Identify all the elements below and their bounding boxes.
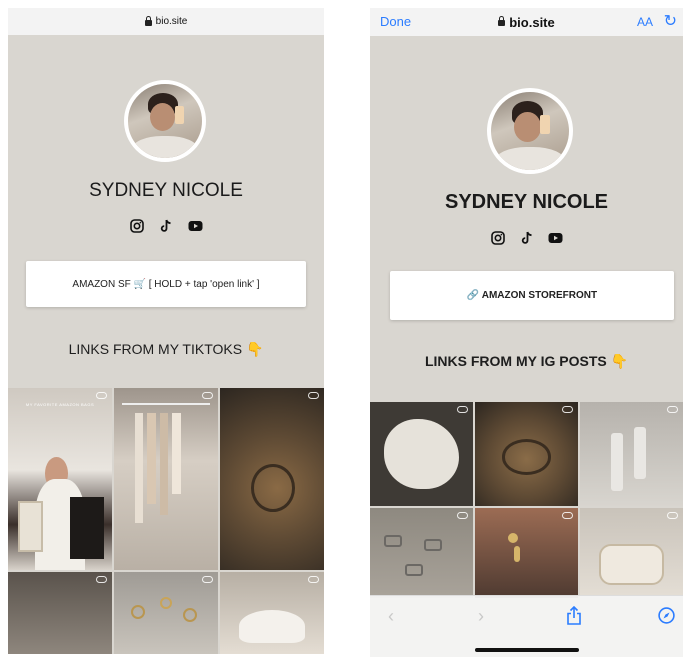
link-icon bbox=[667, 406, 678, 413]
ig-grid bbox=[370, 402, 683, 598]
profile-name: SYDNEY NICOLE bbox=[445, 191, 608, 213]
link-icon bbox=[562, 406, 573, 413]
section-title-ig: LINKS FROM MY IG POSTS 👇 bbox=[370, 353, 683, 370]
reload-icon[interactable]: ↻ bbox=[664, 11, 677, 31]
link-icon bbox=[96, 392, 107, 399]
back-button[interactable]: ‹ bbox=[388, 606, 394, 627]
tiktok-icon[interactable] bbox=[159, 218, 174, 233]
youtube-icon[interactable] bbox=[188, 218, 203, 233]
url-text: bio.site bbox=[509, 14, 555, 30]
ig-tile-3[interactable] bbox=[580, 402, 683, 506]
tile-caption: MY FAVORITE AMAZON BAGS bbox=[25, 402, 95, 407]
link-icon bbox=[562, 512, 573, 519]
ig-tile-4[interactable] bbox=[370, 508, 473, 598]
link-icon bbox=[308, 392, 319, 399]
text-size-button[interactable]: AA bbox=[637, 15, 653, 29]
link-icon bbox=[667, 512, 678, 519]
link-icon bbox=[202, 576, 213, 583]
right-phone-screen: Done bio.site AA ↻ SYDNEY NICOLE 🔗 AMAZO… bbox=[370, 8, 683, 657]
tiktok-tile-3[interactable] bbox=[220, 388, 324, 570]
social-links bbox=[370, 230, 683, 245]
url-text: bio.site bbox=[155, 16, 188, 27]
browser-toolbar: ‹ › bbox=[370, 595, 683, 657]
pointing-down-emoji: 👇 bbox=[610, 353, 629, 369]
ig-tile-5[interactable] bbox=[475, 508, 578, 598]
compass-icon[interactable] bbox=[658, 607, 675, 629]
avatar bbox=[124, 80, 206, 162]
profile-name: SYDNEY NICOLE bbox=[89, 180, 243, 201]
url-bar[interactable]: Done bio.site AA ↻ bbox=[370, 8, 683, 36]
ig-tile-6[interactable] bbox=[580, 508, 683, 598]
link-icon bbox=[308, 576, 319, 583]
link-icon bbox=[202, 392, 213, 399]
youtube-icon[interactable] bbox=[548, 230, 563, 245]
link-icon bbox=[457, 512, 468, 519]
tiktok-tile-4[interactable] bbox=[8, 572, 112, 654]
home-indicator bbox=[474, 648, 579, 652]
avatar bbox=[487, 88, 573, 174]
amazon-storefront-button[interactable]: 🔗 AMAZON STOREFRONT bbox=[390, 271, 674, 320]
lock-icon bbox=[144, 15, 152, 26]
instagram-icon[interactable] bbox=[130, 218, 145, 233]
tiktok-tile-1[interactable]: MY FAVORITE AMAZON BAGS bbox=[8, 388, 112, 570]
forward-button[interactable]: › bbox=[478, 606, 484, 627]
link-icon bbox=[96, 576, 107, 583]
tiktok-tile-2[interactable] bbox=[114, 388, 218, 570]
done-button[interactable]: Done bbox=[380, 14, 411, 29]
ig-tile-1[interactable] bbox=[370, 402, 473, 506]
left-phone-screen: bio.site SYDNEY NICOLE AMAZON SF 🛒 [ HOL… bbox=[8, 8, 324, 654]
section-title-tiktoks: LINKS FROM MY TIKTOKS 👇 bbox=[8, 341, 324, 358]
social-links bbox=[8, 218, 324, 233]
lock-icon bbox=[498, 16, 506, 26]
amazon-sf-button[interactable]: AMAZON SF 🛒 [ HOLD + tap 'open link' ] bbox=[26, 261, 306, 307]
tiktok-tile-5[interactable] bbox=[114, 572, 218, 654]
section-title-text: LINKS FROM MY IG POSTS bbox=[424, 353, 607, 369]
tiktok-tile-6[interactable] bbox=[220, 572, 324, 654]
section-title-text: LINKS FROM MY TIKTOKS bbox=[68, 341, 243, 357]
link-icon bbox=[457, 406, 468, 413]
tiktok-grid: MY FAVORITE AMAZON BAGS bbox=[8, 388, 324, 654]
instagram-icon[interactable] bbox=[490, 230, 505, 245]
tiktok-icon[interactable] bbox=[519, 230, 534, 245]
url-bar[interactable]: bio.site bbox=[8, 8, 324, 35]
share-icon[interactable] bbox=[566, 605, 582, 630]
pointing-down-emoji: 👇 bbox=[245, 341, 264, 357]
ig-tile-2[interactable] bbox=[475, 402, 578, 506]
